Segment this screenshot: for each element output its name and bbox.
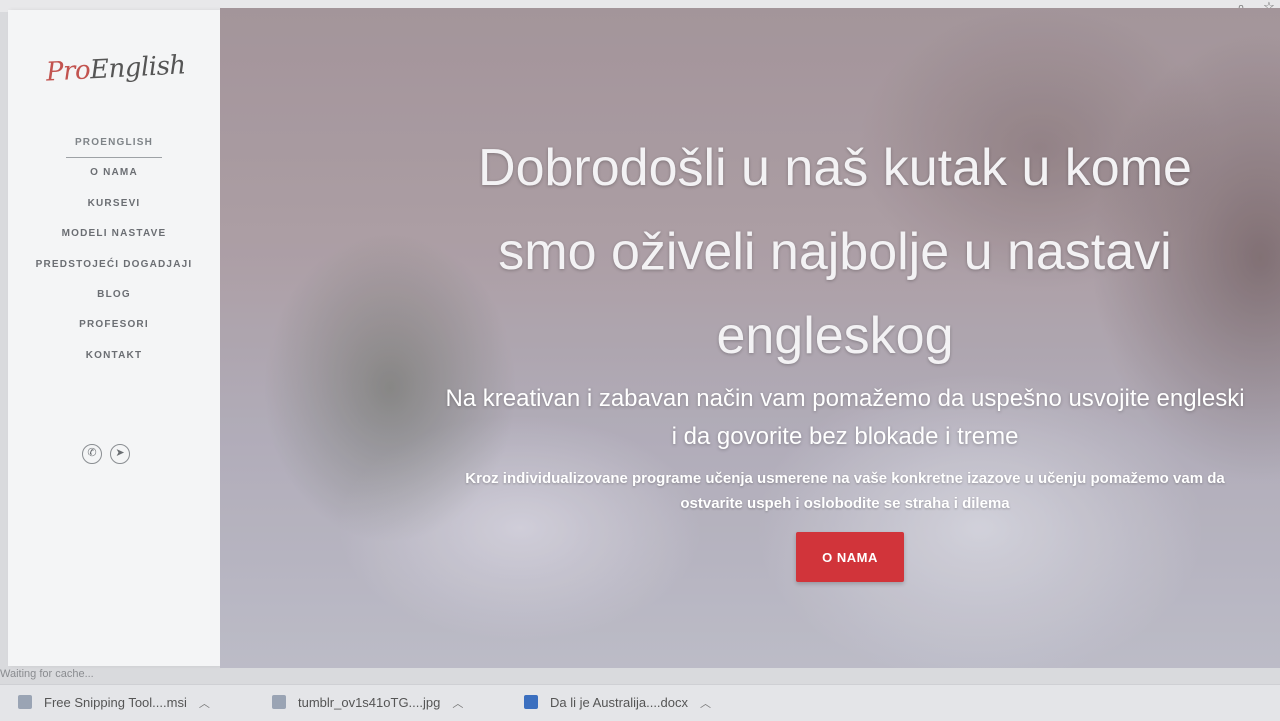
main-nav: PROENGLISH O NAMA KURSEVI MODELI NASTAVE…	[8, 128, 220, 371]
download-item[interactable]: tumblr_ov1s41oTG....jpg ︿	[272, 695, 463, 721]
nav-item-profesori[interactable]: PROFESORI	[8, 310, 220, 340]
chevron-up-icon[interactable]: ︿	[452, 698, 463, 710]
file-icon	[18, 695, 32, 709]
download-item[interactable]: Free Snipping Tool....msi ︿	[18, 695, 210, 721]
nav-item-o-nama[interactable]: O NAMA	[8, 158, 220, 188]
nav-item-proenglish[interactable]: PROENGLISH	[8, 128, 220, 158]
nav-item-blog[interactable]: BLOG	[8, 280, 220, 310]
nav-item-kursevi[interactable]: KURSEVI	[8, 189, 220, 219]
social-links: ✆ ➤	[82, 444, 142, 466]
chevron-up-icon[interactable]: ︿	[199, 698, 210, 710]
site-logo[interactable]: ProEnglish	[45, 50, 186, 87]
nav-item-modeli-nastave[interactable]: MODELI NASTAVE	[8, 219, 220, 249]
status-text: Waiting for cache...	[0, 668, 94, 680]
hero-subtitle: Na kreativan i zabavan način vam pomažem…	[445, 385, 1245, 450]
hero-section: Dobrodošli u naš kutak u kome smo oživel…	[220, 8, 1280, 668]
download-bar: Free Snipping Tool....msi ︿ tumblr_ov1s41…	[0, 684, 1280, 721]
download-item[interactable]: Da li je Australija....docx ︿	[524, 695, 711, 721]
hero-description: Kroz individualizovane programe učenja u…	[465, 470, 1225, 512]
phone-icon[interactable]: ✆	[82, 444, 102, 464]
nav-item-predstojeci-dogadjaji[interactable]: PREDSTOJEĆI DOGADJAJI	[8, 250, 220, 280]
sidebar: ProEnglish PROENGLISH O NAMA KURSEVI MOD…	[8, 10, 220, 666]
active-nav-underline	[66, 157, 162, 158]
send-icon[interactable]: ➤	[110, 444, 130, 464]
image-file-icon	[272, 695, 286, 709]
nav-item-kontakt[interactable]: KONTAKT	[8, 341, 220, 371]
o-nama-button[interactable]: O NAMA	[796, 532, 904, 582]
hero-title: Dobrodošli u naš kutak u kome smo oživel…	[478, 139, 1192, 365]
word-document-icon	[524, 695, 538, 709]
chevron-up-icon[interactable]: ︿	[700, 698, 711, 710]
